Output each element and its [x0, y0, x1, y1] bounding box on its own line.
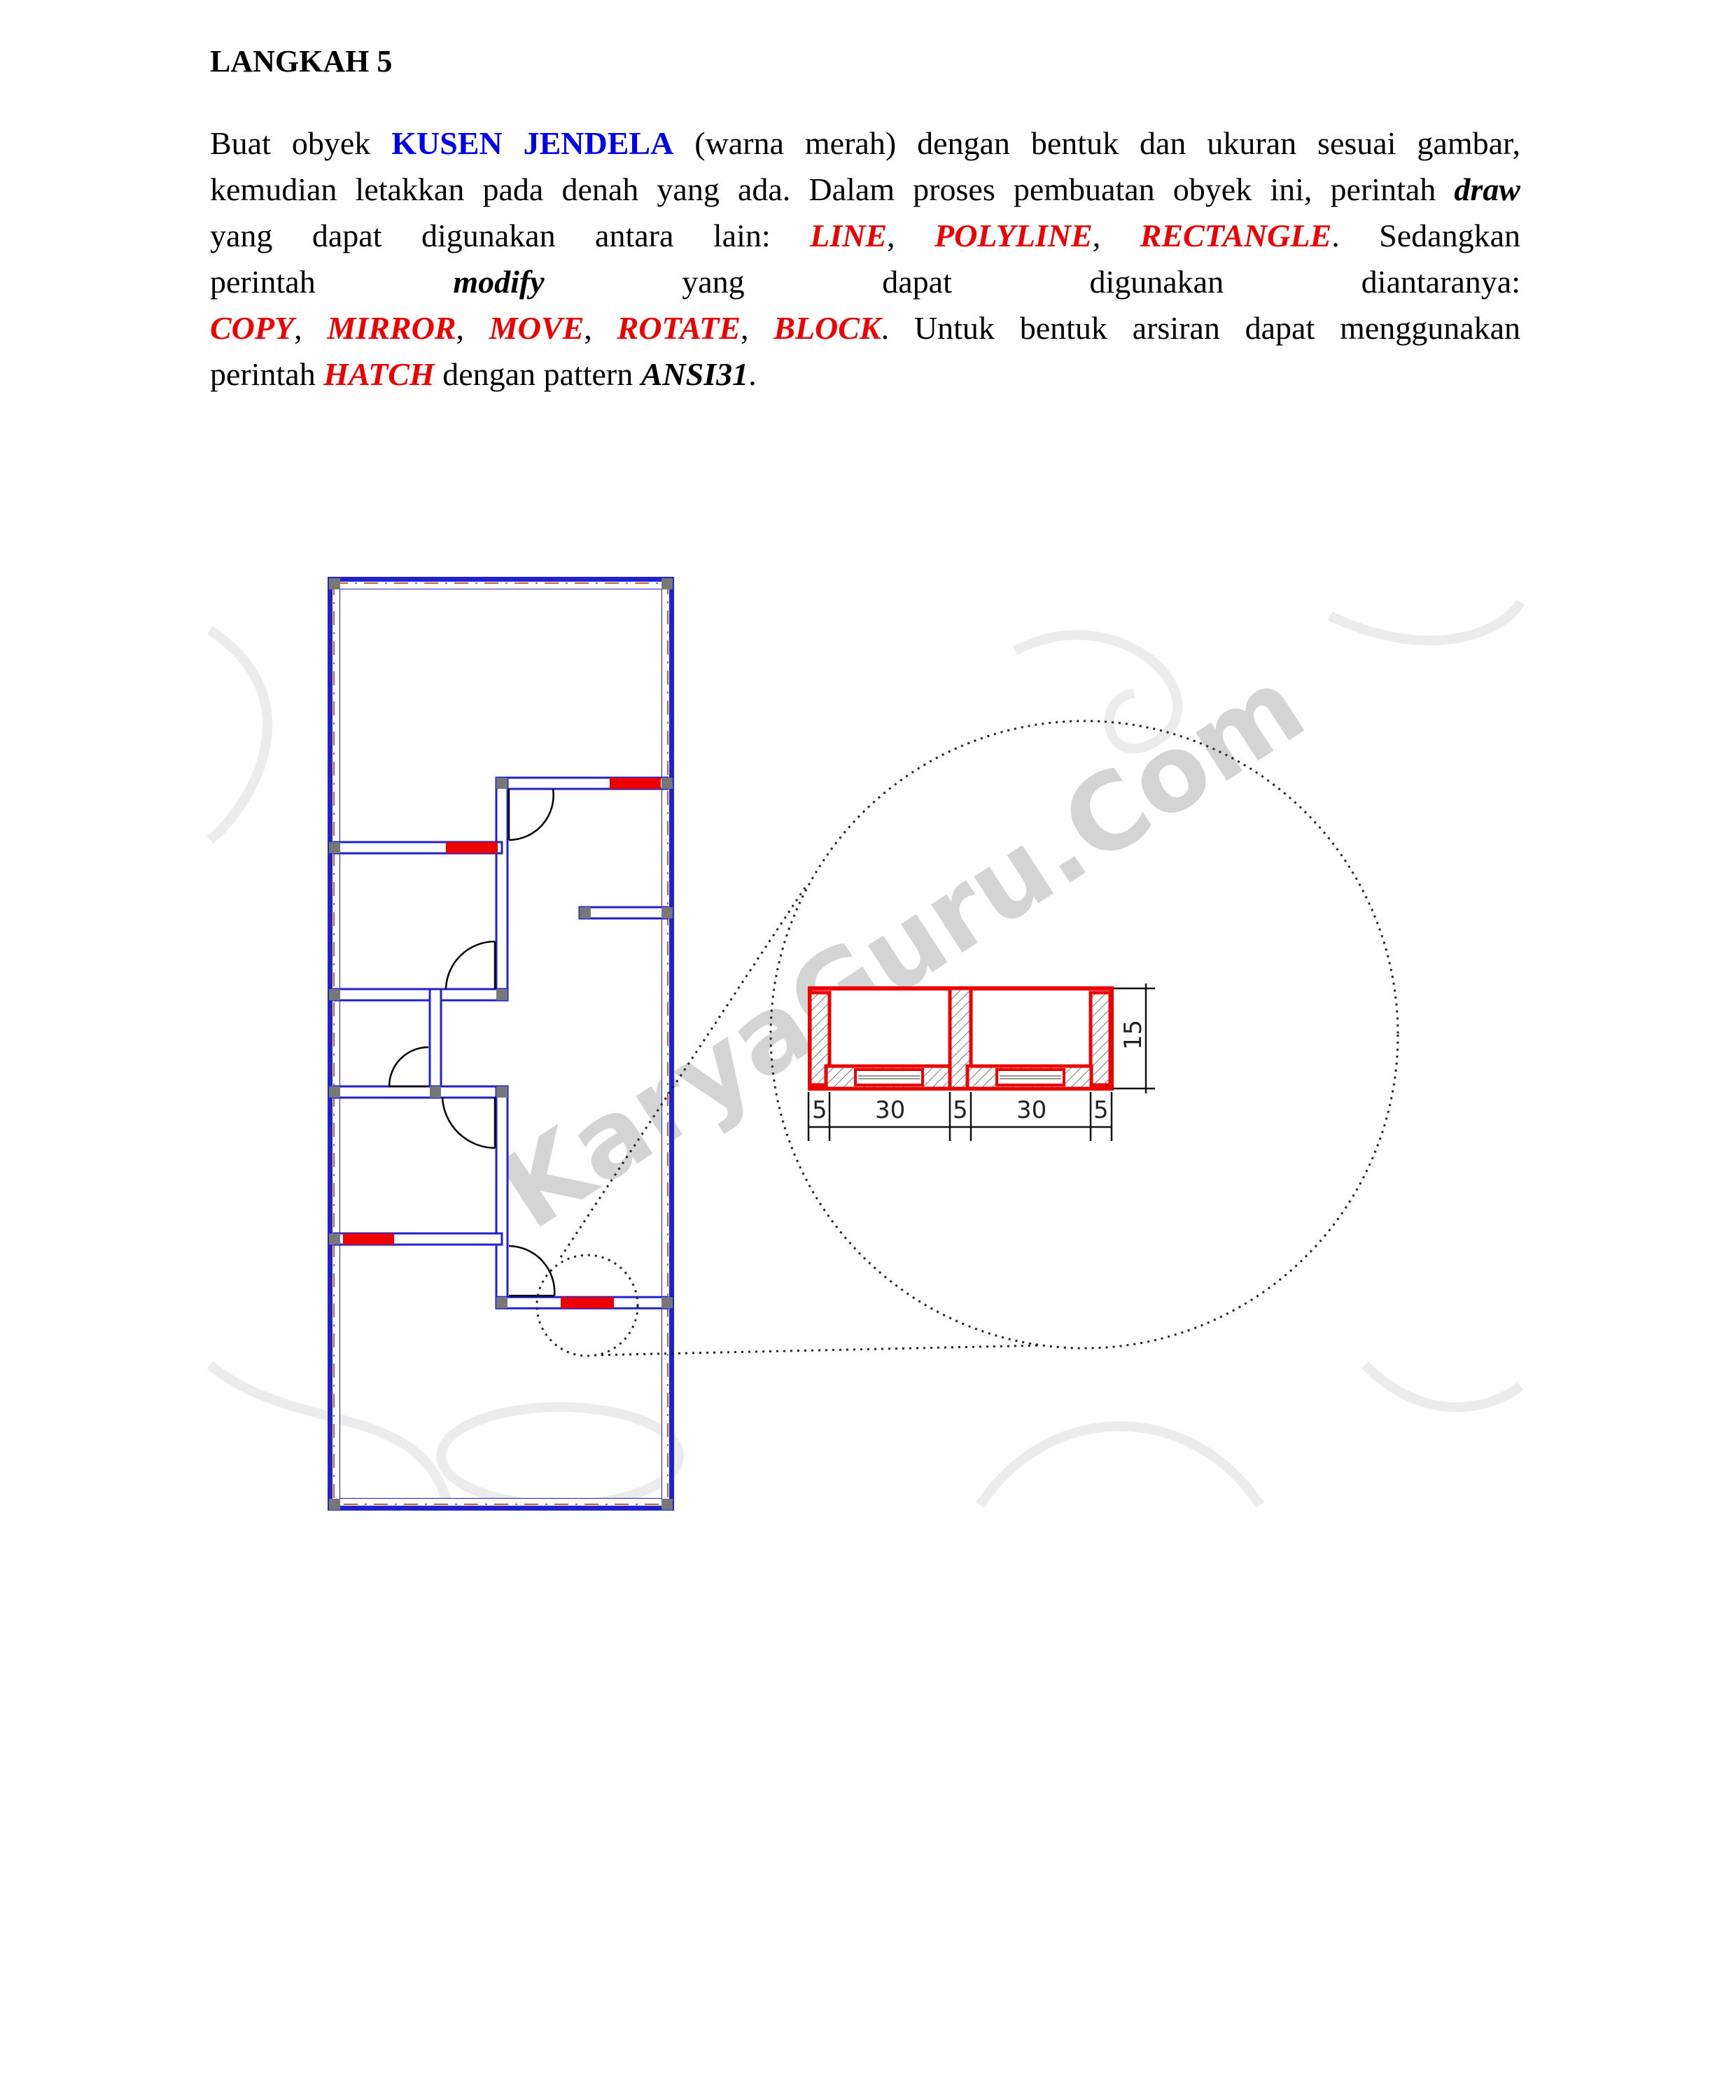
- dim-post-left: 5: [812, 1096, 827, 1124]
- dim-post-right: 5: [1093, 1096, 1109, 1124]
- cad-figure: KaryaGuru.Com 5 30 5 30 5 15: [206, 577, 1525, 1511]
- dim-post-mid: 5: [953, 1096, 968, 1124]
- dim-pane-right: 30: [1016, 1096, 1046, 1124]
- watermark: KaryaGuru.Com: [479, 645, 1325, 1253]
- floor-plan: [328, 577, 674, 1511]
- dim-pane-left: 30: [875, 1096, 905, 1124]
- glass-right: [995, 1068, 1065, 1086]
- glass-left: [854, 1068, 924, 1086]
- interior-walls: [332, 776, 669, 1310]
- wall-outer: [328, 577, 674, 1511]
- corner-columns: [329, 578, 673, 1510]
- window-frame-detail: [808, 986, 1114, 1091]
- dim-height: 15: [1119, 1020, 1147, 1050]
- post-right: [1088, 990, 1112, 1087]
